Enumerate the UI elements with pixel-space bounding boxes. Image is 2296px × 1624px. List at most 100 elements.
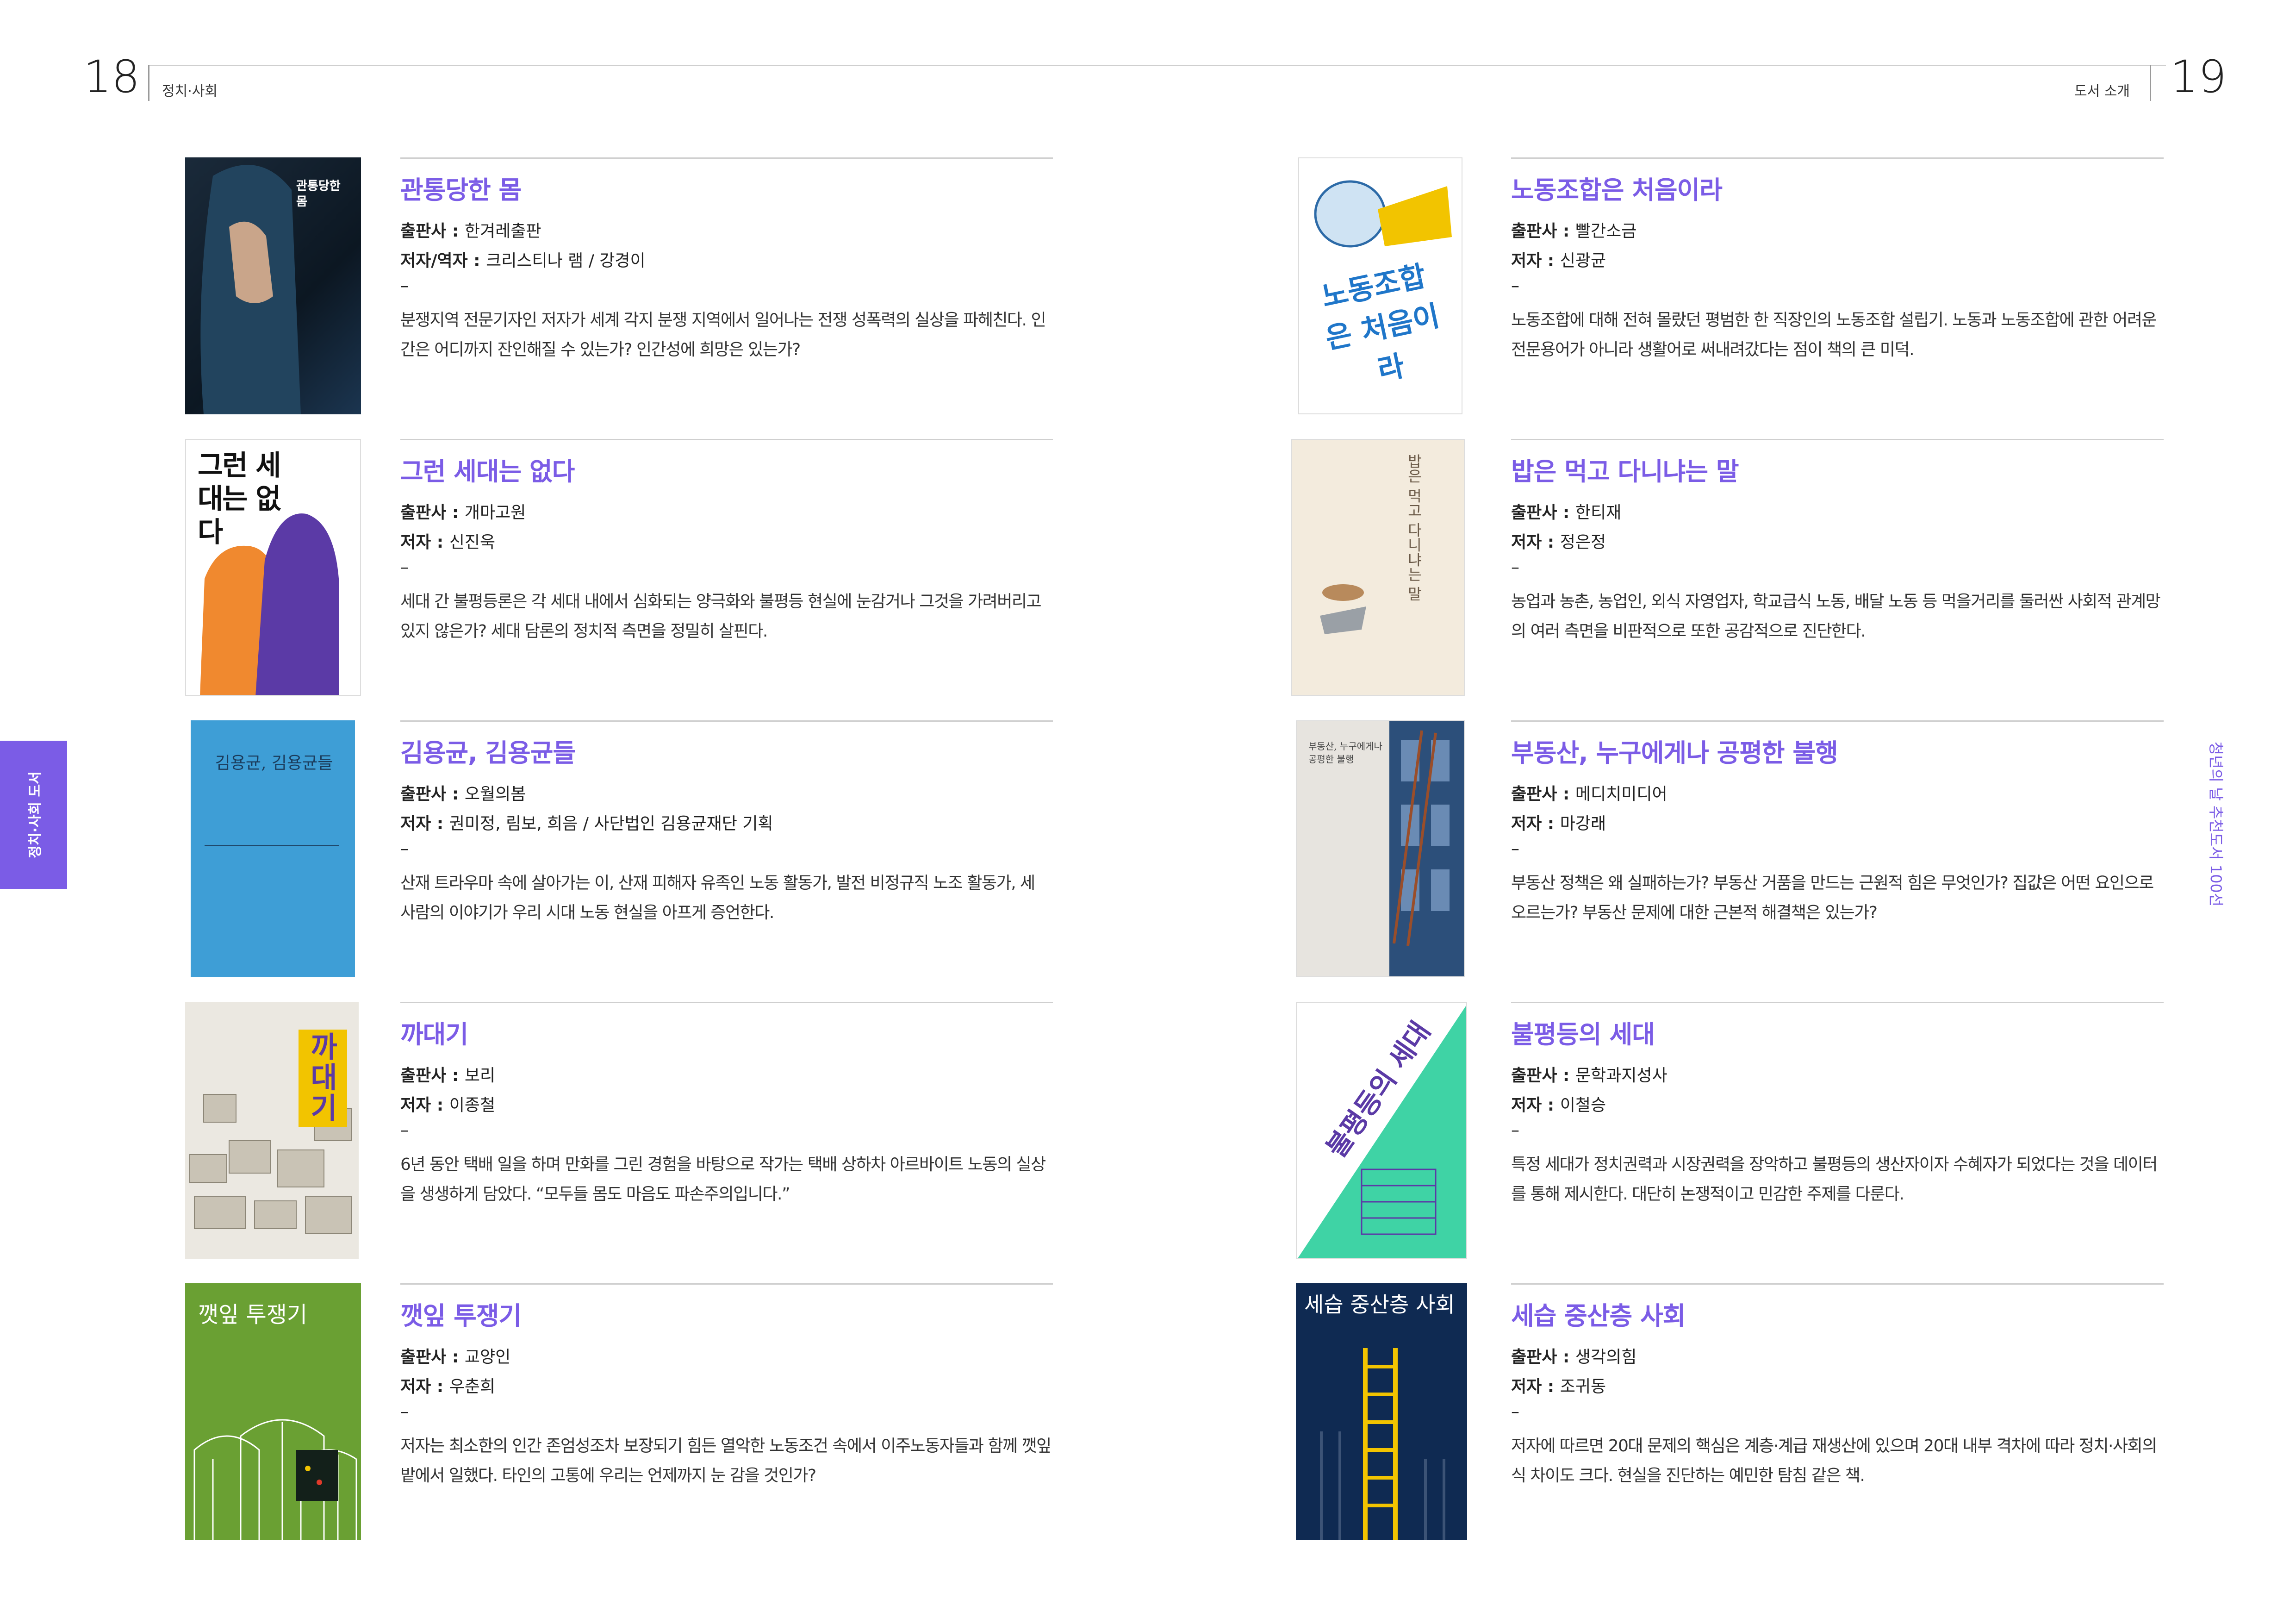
cover-title: 까대기 — [311, 1030, 337, 1125]
book-title: 밥은 먹고 다니냐는 말 — [1511, 457, 1739, 486]
publisher: 생각의힘 — [1575, 1348, 1637, 1367]
book-cover: 그런 세대는 없다 — [185, 439, 361, 696]
left-page-number: 18 — [83, 51, 140, 103]
book-title: 까대기 — [400, 1020, 468, 1049]
book-entry: 그런 세대는 없다 그런 세대는 없다 출판사 : 개마고원 저자 : 신진욱 … — [185, 439, 1053, 698]
book-description: 특정 세대가 정치권력과 시장권력을 장악하고 불평등의 생산자이자 수혜자가 … — [1511, 1155, 2158, 1204]
author: 우춘희 — [449, 1377, 496, 1397]
book-info: 밥은 먹고 다니냐는 말 출판사 : 한티재 저자 : 정은정 – 농업과 농촌… — [1511, 439, 2164, 646]
cover-title: 세습 중산층 사회 — [1304, 1292, 1455, 1317]
book-info: 김용균, 김용균들 출판사 : 오월의봄 저자 : 권미정, 림보, 희음 / … — [400, 720, 1053, 928]
publisher-line: 출판사 : 생각의힘 — [1511, 1348, 1637, 1367]
author-line: 저자 : 신광균 — [1511, 251, 1606, 271]
author: 정은정 — [1560, 533, 1606, 552]
book-cover: 까대기 — [185, 1002, 359, 1259]
book-description: 농업과 농촌, 농업인, 외식 자영업자, 학교급식 노동, 배달 노동 등 먹… — [1511, 592, 2161, 641]
author-line: 저자 : 이종철 — [400, 1096, 496, 1115]
book-description: 분쟁지역 전문기자인 저자가 세계 각지 분쟁 지역에서 일어나는 전쟁 성폭력… — [400, 311, 1046, 360]
book-entry: 깻잎 투쟁기 깻잎 투쟁기 출판사 : 교양인 저자 : 우춘희 – 저자는 최… — [185, 1283, 1053, 1543]
book-title: 관통당한 몸 — [400, 175, 522, 205]
book-cover: 세습 중산층 사회 — [1296, 1283, 1467, 1540]
book-title: 깻잎 투쟁기 — [400, 1301, 522, 1330]
publisher: 오월의봄 — [464, 785, 526, 804]
book-cover: 밥은 먹고 다니냐는 말 — [1291, 439, 1465, 696]
book-cover: 관통당한 몸 — [185, 157, 361, 414]
author-line: 저자 : 권미정, 림보, 희음 / 사단법인 김용균재단 기획 — [400, 814, 773, 834]
publisher: 교양인 — [464, 1348, 511, 1367]
book-entry: 부동산, 누구에게나 공평한 불행 부동산, 누구에게나 공평한 불행 출판사 … — [1296, 720, 2164, 980]
book-info: 깻잎 투쟁기 출판사 : 교양인 저자 : 우춘희 – 저자는 최소한의 인간 … — [400, 1283, 1053, 1491]
separator-dash: – — [1511, 558, 1519, 577]
cover-title: 부동산, 누구에게나 공평한 불행 — [1308, 741, 1382, 765]
separator-dash: – — [1511, 276, 1519, 296]
book-description: 6년 동안 택배 일을 하며 만화를 그린 경험을 바탕으로 작가는 택배 상하… — [400, 1155, 1046, 1204]
side-tab-label: 정치·사회 도서 — [27, 771, 44, 858]
separator-dash: – — [1511, 1402, 1519, 1422]
book-title: 김용균, 김용균들 — [400, 738, 576, 768]
book-title: 그런 세대는 없다 — [400, 457, 575, 486]
publisher-line: 출판사 : 오월의봄 — [400, 785, 526, 804]
book-entry: 김용균, 김용균들 김용균, 김용균들 출판사 : 오월의봄 저자 : 권미정,… — [185, 720, 1053, 980]
author: 조귀동 — [1560, 1377, 1606, 1397]
left-header-divider — [148, 65, 149, 101]
book-entry: 불평등의 세대 불평등의 세대 출판사 : 문학과지성사 저자 : 이철승 – … — [1296, 1002, 2164, 1261]
book-info: 부동산, 누구에게나 공평한 불행 출판사 : 메디치미디어 저자 : 마강래 … — [1511, 720, 2164, 928]
book-info: 관통당한 몸 출판사 : 한겨레출판 저자/역자 : 크리스티나 램 / 강경이… — [400, 157, 1053, 365]
book-cover: 부동산, 누구에게나 공평한 불행 — [1296, 720, 1465, 977]
book-description: 저자는 최소한의 인간 존엄성조차 보장되기 힘든 열악한 노동조건 속에서 이… — [400, 1437, 1052, 1486]
publisher-line: 출판사 : 메디치미디어 — [1511, 785, 1668, 804]
series-side-label: 청년의 날 추천도서 100선 — [2207, 741, 2225, 907]
book-entry: 관통당한 몸 관통당한 몸 출판사 : 한겨레출판 저자/역자 : 크리스티나 … — [185, 157, 1053, 417]
cover-title: 깻잎 투쟁기 — [198, 1302, 308, 1328]
book-cover: 노동조합은 처음이라 — [1298, 157, 1462, 414]
author-line: 저자/역자 : 크리스티나 램 / 강경이 — [400, 251, 646, 271]
cover-title: 밥은 먹고 다니냐는 말 — [1405, 454, 1423, 601]
right-page-number: 19 — [2170, 51, 2227, 103]
book-title: 불평등의 세대 — [1511, 1020, 1655, 1049]
section-side-tab: 정치·사회 도서 — [0, 741, 67, 889]
right-header-divider — [2150, 65, 2151, 101]
left-section-label: 정치·사회 — [162, 83, 218, 100]
book-description: 세대 간 불평등론은 각 세대 내에서 심화되는 양극화와 불평등 현실에 눈감… — [400, 592, 1042, 641]
publisher: 한겨레출판 — [464, 222, 541, 241]
publisher: 보리 — [464, 1066, 496, 1086]
author: 신진욱 — [449, 533, 496, 552]
publisher-line: 출판사 : 개마고원 — [400, 503, 526, 523]
author: 신광균 — [1560, 251, 1606, 271]
book-title: 부동산, 누구에게나 공평한 불행 — [1511, 738, 1838, 768]
book-info: 까대기 출판사 : 보리 저자 : 이종철 – 6년 동안 택배 일을 하며 만… — [400, 1002, 1053, 1209]
publisher: 문학과지성사 — [1575, 1066, 1668, 1086]
publisher-line: 출판사 : 문학과지성사 — [1511, 1066, 1668, 1086]
cover-title: 노동조합은 처음이라 — [1318, 259, 1443, 387]
left-header-rule — [148, 65, 1148, 66]
book-entry: 밥은 먹고 다니냐는 말 밥은 먹고 다니냐는 말 출판사 : 한티재 저자 :… — [1291, 439, 2164, 698]
book-title: 세습 중산층 사회 — [1511, 1301, 1686, 1330]
publisher: 개마고원 — [464, 503, 526, 523]
publisher-line: 출판사 : 보리 — [400, 1066, 496, 1086]
publisher-line: 출판사 : 한겨레출판 — [400, 222, 541, 241]
publisher: 메디치미디어 — [1575, 785, 1668, 804]
separator-dash: – — [400, 839, 409, 859]
author-line: 저자 : 이철승 — [1511, 1096, 1606, 1115]
separator-dash: – — [400, 1121, 409, 1140]
book-cover: 불평등의 세대 — [1296, 1002, 1467, 1259]
book-entry: 세습 중산층 사회 세습 중산층 사회 출판사 : 생각의힘 저자 : 조귀동 … — [1296, 1283, 2164, 1543]
right-section-label: 도서 소개 — [2074, 83, 2130, 100]
book-description: 노동조합에 대해 전혀 몰랐던 평범한 한 직장인의 노동조합 설립기. 노동과… — [1511, 311, 2157, 360]
book-info: 노동조합은 처음이라 출판사 : 빨간소금 저자 : 신광균 – 노동조합에 대… — [1511, 157, 2164, 365]
book-entry: 까대기 까대기 출판사 : 보리 저자 : 이종철 – 6년 동안 택배 일을 … — [185, 1002, 1053, 1261]
author-line: 저자 : 정은정 — [1511, 533, 1606, 552]
separator-dash: – — [1511, 839, 1519, 859]
separator-dash: – — [400, 1402, 409, 1422]
publisher: 빨간소금 — [1575, 222, 1637, 241]
cover-title: 관통당한 몸 — [296, 179, 341, 209]
book-info: 불평등의 세대 출판사 : 문학과지성사 저자 : 이철승 – 특정 세대가 정… — [1511, 1002, 2164, 1209]
author: 마강래 — [1560, 814, 1606, 834]
book-info: 세습 중산층 사회 출판사 : 생각의힘 저자 : 조귀동 – 저자에 따르면 … — [1511, 1283, 2164, 1491]
book-description: 부동산 정책은 왜 실패하는가? 부동산 거품을 만드는 근원적 힘은 무엇인가… — [1511, 874, 2154, 923]
publisher-line: 출판사 : 교양인 — [400, 1348, 511, 1367]
separator-dash: – — [400, 558, 409, 577]
publisher-line: 출판사 : 빨간소금 — [1511, 222, 1637, 241]
publisher: 한티재 — [1575, 503, 1622, 523]
cover-title: 그런 세대는 없다 — [198, 450, 281, 549]
